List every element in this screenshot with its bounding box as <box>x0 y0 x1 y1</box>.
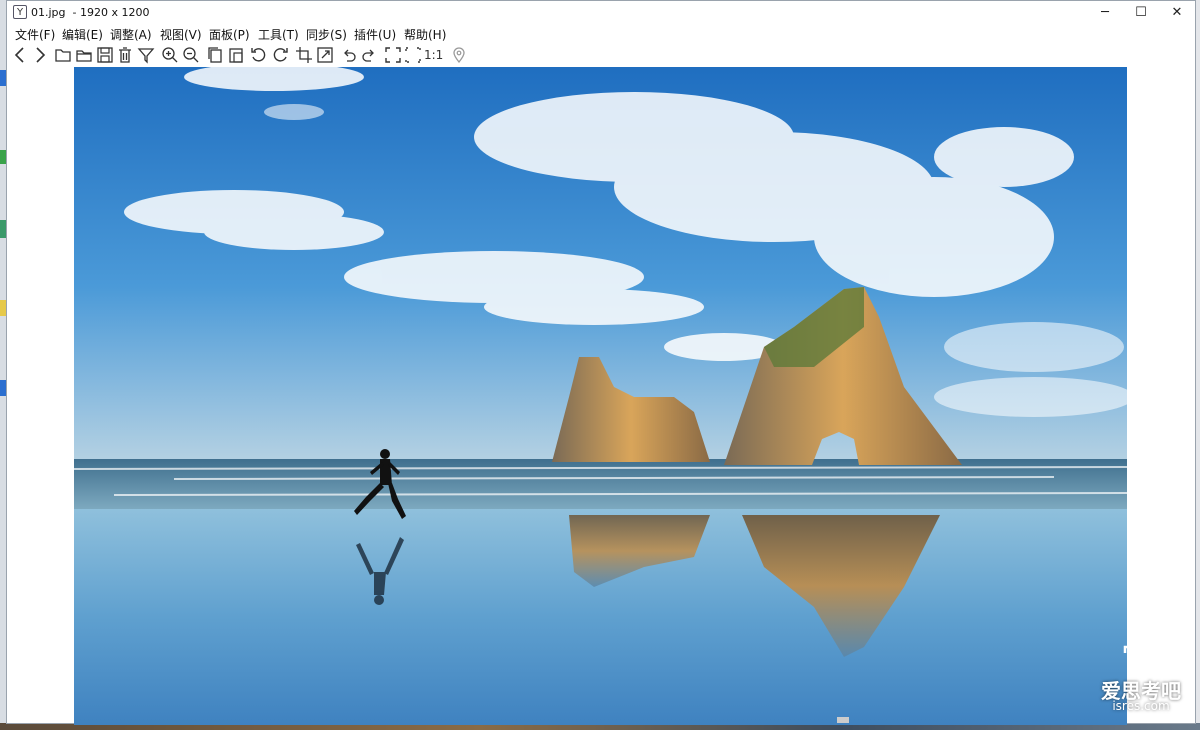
scroll-indicator[interactable] <box>837 717 849 723</box>
redo-icon[interactable] <box>359 45 379 65</box>
menu-adjust[interactable]: 调整(A) <box>110 26 152 43</box>
actual-size-icon[interactable]: 1:1 <box>424 45 448 65</box>
displayed-photo[interactable] <box>74 67 1127 725</box>
fit-icon[interactable] <box>403 45 423 65</box>
minimize-button[interactable]: ─ <box>1087 1 1123 25</box>
menu-view[interactable]: 视图(V) <box>160 26 202 43</box>
delete-icon[interactable] <box>115 45 135 65</box>
save-icon[interactable] <box>95 45 115 65</box>
menu-tools[interactable]: 工具(T) <box>258 26 299 43</box>
copy-icon[interactable] <box>205 45 225 65</box>
menu-edit[interactable]: 编辑(E) <box>62 26 103 43</box>
menu-sync[interactable]: 同步(S) <box>306 26 347 43</box>
zoom-out-icon[interactable] <box>181 45 201 65</box>
zoom-in-icon[interactable] <box>160 45 180 65</box>
open-file-icon[interactable] <box>53 45 73 65</box>
desktop-edge-right <box>1196 0 1200 730</box>
title-bar[interactable]: Y 01.jpg - 1920 x 1200 ─ ☐ ✕ <box>7 1 1195 25</box>
window-title: 01.jpg - 1920 x 1200 <box>31 6 150 19</box>
undo-icon[interactable] <box>339 45 359 65</box>
watermark-logo: 爱思考吧 isres.com <box>1101 645 1181 715</box>
forward-icon[interactable] <box>30 45 50 65</box>
menu-plugins[interactable]: 插件(U) <box>354 26 396 43</box>
back-icon[interactable] <box>10 45 30 65</box>
image-canvas[interactable]: 爱思考吧 isres.com <box>7 67 1195 725</box>
toolbar: 1:1 <box>7 43 1195 67</box>
rotate-left-icon[interactable] <box>249 45 269 65</box>
menu-bar: 文件(F) 编辑(E) 调整(A) 视图(V) 面板(P) 工具(T) 同步(S… <box>7 25 1195 43</box>
fullscreen-icon[interactable] <box>383 45 403 65</box>
watermark-subtext: isres.com <box>1112 699 1170 713</box>
image-viewer-window: Y 01.jpg - 1920 x 1200 ─ ☐ ✕ 文件(F) 编辑(E)… <box>6 0 1196 725</box>
menu-panel[interactable]: 面板(P) <box>209 26 250 43</box>
filter-icon[interactable] <box>136 45 156 65</box>
crop-icon[interactable] <box>294 45 314 65</box>
maximize-button[interactable]: ☐ <box>1123 1 1159 25</box>
rotate-right-icon[interactable] <box>270 45 290 65</box>
menu-help[interactable]: 帮助(H) <box>404 26 446 43</box>
menu-file[interactable]: 文件(F) <box>15 26 55 43</box>
location-icon[interactable] <box>449 45 469 65</box>
open-folder-icon[interactable] <box>74 45 94 65</box>
image-viewer-app-icon: Y <box>13 5 27 19</box>
paste-icon[interactable] <box>226 45 246 65</box>
close-button[interactable]: ✕ <box>1159 1 1195 25</box>
resize-icon[interactable] <box>315 45 335 65</box>
